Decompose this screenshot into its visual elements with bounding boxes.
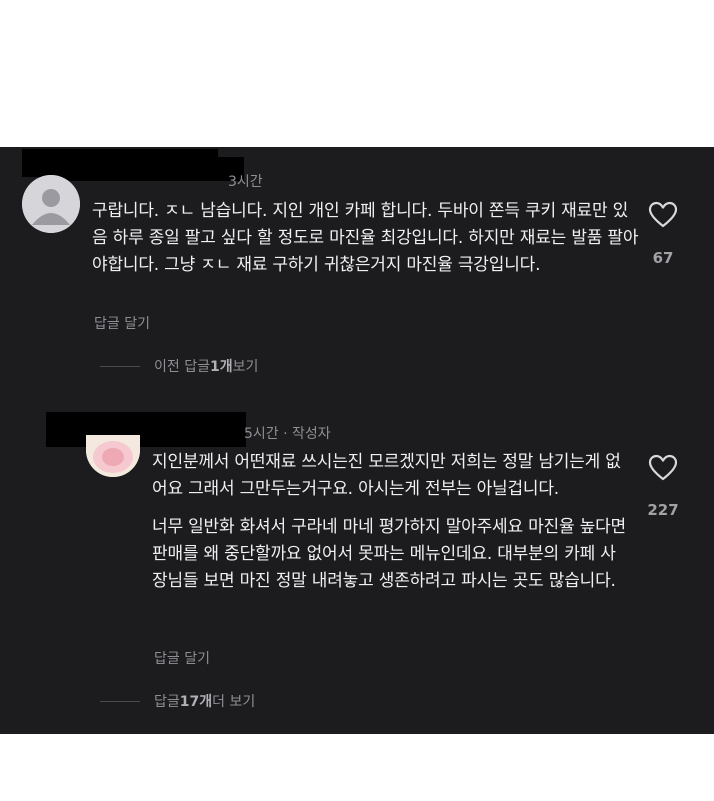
like-count: 227 xyxy=(647,501,679,519)
view-replies-prefix: 이전 답글 xyxy=(154,359,210,375)
username-redaction xyxy=(54,157,244,181)
thread-line xyxy=(100,365,140,367)
view-replies-button[interactable]: 답글 17개 더 보기 xyxy=(100,691,255,711)
username-redaction xyxy=(46,412,246,447)
comment-meta: 5시간 · 작성자 xyxy=(244,423,331,443)
view-replies-suffix: 더 보기 xyxy=(212,694,256,710)
avatar[interactable] xyxy=(86,435,140,477)
view-replies-prefix: 답글 xyxy=(154,694,180,710)
comment-time: 3시간 xyxy=(228,174,263,190)
comment-time: 5시간 xyxy=(244,426,279,442)
comment-paragraph: 지인분께서 어떤재료 쓰시는진 모르겠지만 저희는 정말 남기는게 없어요 그래… xyxy=(152,452,621,499)
reply-count: 1개 xyxy=(209,359,233,375)
profile-photo-icon xyxy=(86,435,140,477)
author-badge: · 작성자 xyxy=(283,426,331,442)
avatar[interactable] xyxy=(22,175,80,233)
reply-count: 17개 xyxy=(179,694,213,710)
thread-line xyxy=(100,700,140,702)
comment-paragraph: 구랍니다. ㅈㄴ 남습니다. 지인 개인 카페 합니다. 두바이 쫀득 쿠키 재… xyxy=(92,201,639,275)
heart-outline-icon[interactable] xyxy=(648,454,678,482)
default-avatar-icon xyxy=(22,175,80,233)
comment-body: 구랍니다. ㅈㄴ 남습니다. 지인 개인 카페 합니다. 두바이 쫀득 쿠키 재… xyxy=(92,198,640,279)
like-count: 67 xyxy=(652,249,674,267)
view-replies-suffix: 보기 xyxy=(232,359,259,375)
comment-body: 지인분께서 어떤재료 쓰시는진 모르겠지만 저희는 정말 남기는게 없어요 그래… xyxy=(152,449,628,595)
heart-outline-icon[interactable] xyxy=(648,201,678,229)
comment-paragraph: 너무 일반화 화셔서 구라네 마네 평가하지 말아주세요 마진율 높다면 판매를… xyxy=(152,517,626,591)
reply-button[interactable]: 답글 달기 xyxy=(154,648,210,668)
reply-button[interactable]: 답글 달기 xyxy=(94,313,150,333)
comments-panel: 3시간 구랍니다. ㅈㄴ 남습니다. 지인 개인 카페 합니다. 두바이 쫀득 … xyxy=(0,147,714,734)
view-replies-button[interactable]: 이전 답글 1개 보기 xyxy=(100,356,258,376)
